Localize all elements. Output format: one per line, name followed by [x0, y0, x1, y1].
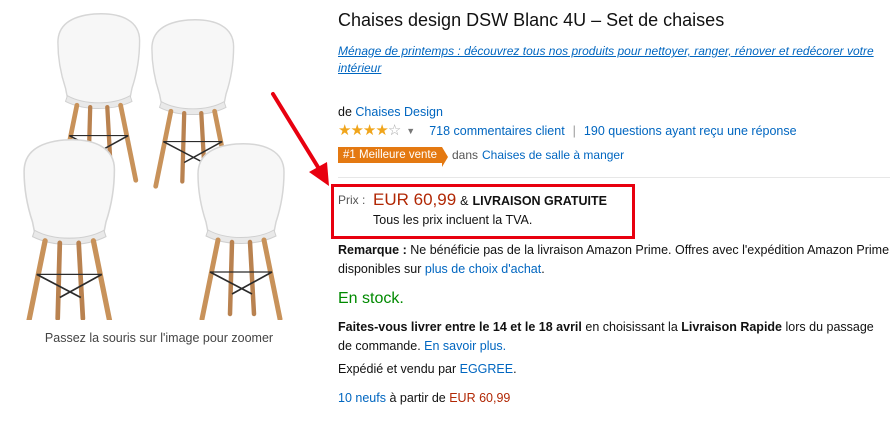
- reviews-link[interactable]: 718 commentaires client: [429, 124, 564, 138]
- price-amp: &: [460, 194, 469, 208]
- star-icon: ★: [375, 122, 388, 139]
- bestseller-row: #1 Meilleure vente dans Chaises de salle…: [338, 147, 624, 167]
- vat-note: Tous les prix incluent la TVA.: [373, 213, 533, 227]
- free-shipping-label: LIVRAISON GRATUITE: [472, 194, 608, 208]
- bestseller-badge[interactable]: #1 Meilleure vente: [338, 147, 448, 167]
- star-icon: ★: [362, 122, 376, 139]
- promo-link[interactable]: Ménage de printemps : découvrez tous nos…: [338, 43, 890, 77]
- price-line: EUR 60,99 & LIVRAISON GRATUITE: [373, 190, 607, 210]
- star-icon: ★: [338, 122, 351, 139]
- rating-row: ★ ★ ★ ★ ☆ ▼ 718 commentaires client | 19…: [338, 123, 797, 138]
- star-empty-icon: ☆: [387, 122, 401, 139]
- badge-category-link[interactable]: Chaises de salle à manger: [482, 148, 624, 162]
- questions-link[interactable]: 190 questions ayant reçu une réponse: [584, 124, 797, 138]
- learn-more-link[interactable]: En savoir plus.: [424, 339, 506, 353]
- seller-link[interactable]: EGGREE: [460, 362, 514, 376]
- annotation-arrow-icon: [271, 92, 329, 186]
- offers-middle: à partir de: [389, 391, 446, 405]
- delivery-info: Faites-vous livrer entre le 14 et le 18 …: [338, 318, 890, 356]
- seller-info: Expédié et vendu par EGGREE.: [338, 362, 517, 376]
- delivery-middle: en choisissant la: [585, 320, 678, 334]
- price-amount: EUR 60,99: [373, 190, 457, 209]
- chevron-down-icon[interactable]: ▼: [406, 126, 415, 136]
- remark-text: Ne bénéficie pas de la livraison Amazon …: [338, 243, 890, 276]
- star-rating[interactable]: ★ ★ ★ ★ ☆: [338, 122, 401, 139]
- offers-price: EUR 60,99: [449, 391, 511, 405]
- offers-info: 10 neufs à partir de EUR 60,99: [338, 391, 510, 405]
- remark-label: Remarque :: [338, 243, 407, 257]
- remark: Remarque : Ne bénéficie pas de la livrai…: [338, 241, 890, 279]
- badge-category-prefix: dans: [451, 148, 479, 162]
- byline-prefix: de: [338, 105, 352, 119]
- product-title: Chaises design DSW Blanc 4U – Set de cha…: [338, 10, 725, 30]
- price-label: Prix :: [338, 193, 366, 207]
- brand-link[interactable]: Chaises Design: [355, 105, 443, 119]
- product-image[interactable]: [0, 0, 320, 425]
- separator: |: [572, 123, 576, 138]
- star-icon: ★: [350, 122, 363, 139]
- zoom-hint: Passez la souris sur l'image pour zoomer: [44, 331, 274, 345]
- delivery-dates: Faites-vous livrer entre le 14 et le 18 …: [338, 320, 582, 334]
- seller-end: .: [513, 362, 517, 376]
- more-buying-choices-link[interactable]: plus de choix d'achat: [425, 262, 541, 276]
- stock-status: En stock.: [338, 290, 404, 307]
- divider: [338, 177, 890, 178]
- new-offers-link[interactable]: 10 neufs: [338, 391, 386, 405]
- remark-end: .: [541, 262, 545, 276]
- seller-prefix: Expédié et vendu par: [338, 362, 457, 376]
- delivery-option: Livraison Rapide: [681, 320, 783, 334]
- byline: de Chaises Design: [338, 105, 443, 119]
